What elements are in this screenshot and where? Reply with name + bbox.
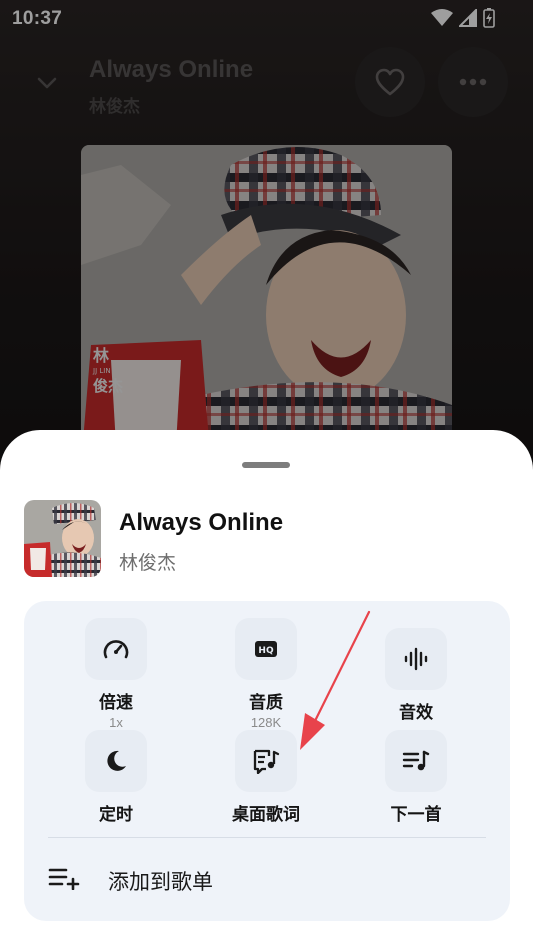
playback-speed-button[interactable]: 倍速 1x [51,618,181,730]
action-label: 桌面歌词 [232,805,300,824]
add-to-playlist-row[interactable]: 添加到歌单 [24,839,510,921]
action-icon-box [85,618,147,680]
sound-wave-icon [404,647,428,671]
bottom-sheet: Always Online 林俊杰 倍速 1x HQ 音质 128K 音效 定时… [0,430,533,948]
action-label: 音质 [249,693,283,712]
moon-icon [107,750,126,771]
action-icon-box [385,730,447,792]
action-sub-label: 128K [250,715,282,730]
action-label: 音效 [399,703,433,722]
action-sub-label: 1x [109,715,123,730]
svg-text:HQ: HQ [258,646,274,656]
audio-quality-button[interactable]: HQ 音质 128K [201,618,331,730]
action-label: 定时 [99,805,133,824]
song-title: Always Online [119,509,284,536]
action-label: 倍速 [99,693,133,712]
options-panel: 倍速 1x HQ 音质 128K 音效 定时 桌面歌词 下一首 添加到歌单 [24,601,510,921]
action-icon-box [235,730,297,792]
hq-icon: HQ [255,641,277,657]
song-artist: 林俊杰 [119,553,177,574]
song-thumbnail [24,500,101,577]
speed-gauge-icon [103,640,129,659]
lyrics-icon [253,749,280,774]
desktop-lyrics-button[interactable]: 桌面歌词 [201,730,331,825]
action-icon-box [385,628,447,690]
action-label: 下一首 [390,805,442,824]
add-to-playlist-label: 添加到歌单 [108,871,213,894]
song-thumbnail-image [24,500,101,577]
drag-handle[interactable] [242,462,290,468]
sound-effects-button[interactable]: 音效 [351,628,481,723]
sleep-timer-button[interactable]: 定时 [51,730,181,825]
play-next-icon [402,750,430,771]
action-icon-box [85,730,147,792]
action-icon-box: HQ [235,618,297,680]
divider [48,837,486,838]
playlist-add-icon [48,868,80,890]
play-next-button[interactable]: 下一首 [351,730,481,825]
